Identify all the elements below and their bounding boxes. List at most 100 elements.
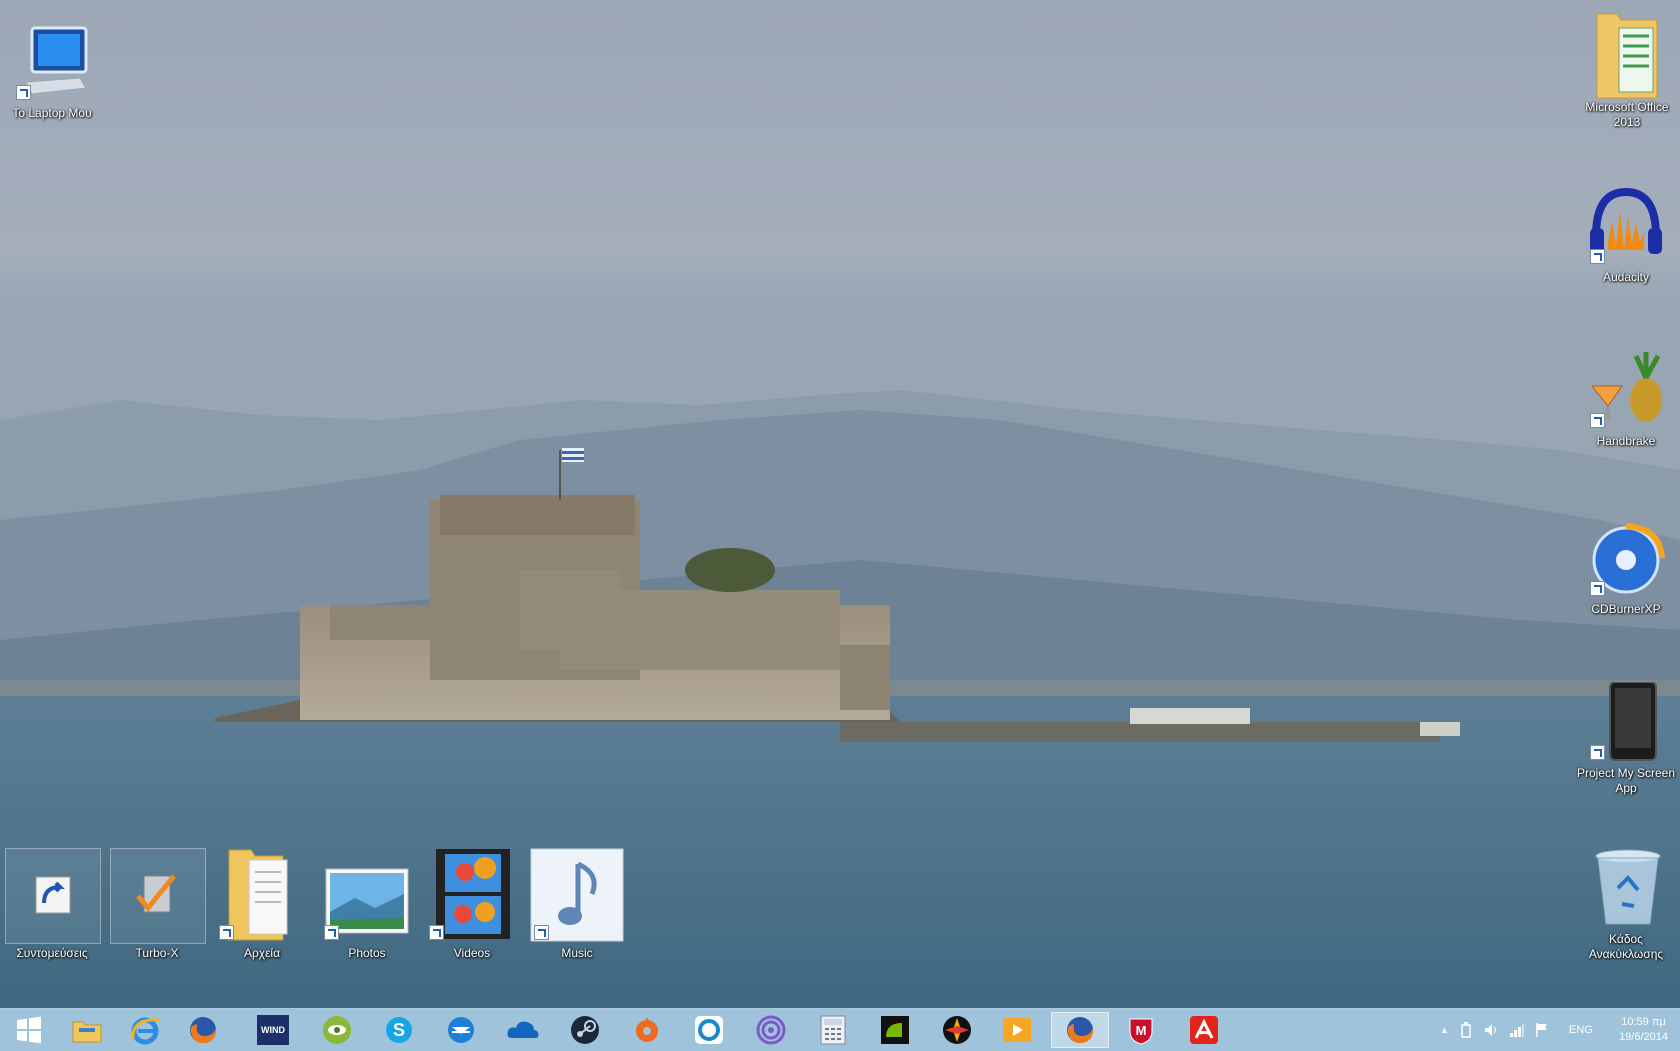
shortcut-arrow-icon <box>219 925 234 940</box>
icon-label: Συντομεύσεις <box>16 946 88 960</box>
svg-text:M: M <box>1136 1023 1147 1038</box>
cdburnerxp-icon <box>1586 518 1666 598</box>
power-icon[interactable] <box>1459 1022 1473 1038</box>
icon-label: Turbo-X <box>135 946 179 960</box>
taskbar-media-center[interactable] <box>928 1012 986 1048</box>
taskbar-firefox[interactable] <box>174 1012 232 1048</box>
clock-time: 10:59 πμ <box>1621 1016 1666 1028</box>
desktop-icon-cdburnerxp[interactable]: CDBurnerXP <box>1574 518 1678 617</box>
skype-icon: S <box>386 1017 412 1043</box>
taskbar-mail[interactable] <box>432 1012 490 1048</box>
taskbar-firefox-active[interactable] <box>1051 1012 1109 1048</box>
desktop-icon-shortcuts[interactable]: Συντομεύσεις <box>0 848 104 961</box>
desktop-icon-turbo-x[interactable]: Turbo-X <box>105 848 209 961</box>
shortcut-arrow-icon <box>1590 249 1605 264</box>
steam-icon <box>571 1016 599 1044</box>
recycle-bin-icon <box>1586 848 1666 928</box>
clock-date: 19/6/2014 <box>1619 1031 1668 1043</box>
icon-label: Microsoft Office 2013 <box>1585 100 1669 129</box>
phone-icon <box>1586 681 1666 762</box>
taskbar-bittorrent[interactable] <box>742 1012 800 1048</box>
internet-explorer-icon <box>131 1017 160 1045</box>
media-center-icon <box>943 1016 971 1044</box>
handbrake-icon <box>1586 350 1666 430</box>
taskbar-internet-explorer[interactable] <box>116 1012 174 1048</box>
icon-label: Κάδος Ανακύκλωσης <box>1588 932 1664 961</box>
desktop-icon-photos[interactable]: Photos <box>315 848 419 961</box>
icon-label: Handbrake <box>1596 434 1656 448</box>
windows-logo-icon <box>17 1016 41 1044</box>
taskbar-skype[interactable]: S <box>370 1012 428 1048</box>
mcafee-icon: M <box>1129 1018 1153 1045</box>
videos-icon <box>425 848 519 942</box>
icon-label: Photos <box>348 946 386 960</box>
avira-icon <box>1190 1016 1218 1044</box>
shortcut-arrow-icon <box>16 85 31 100</box>
desktop-icon-handbrake[interactable]: Handbrake <box>1574 350 1678 449</box>
firefox-icon <box>190 1017 217 1044</box>
nvidia-icon <box>881 1016 909 1044</box>
desktop-icon-music[interactable]: Music <box>525 848 629 961</box>
turbo-x-icon <box>110 848 206 944</box>
desktop-icon-microsoft-office[interactable]: Microsoft Office 2013 <box>1575 6 1679 130</box>
taskbar-avira[interactable] <box>1175 1012 1233 1048</box>
taskbar-eye-app[interactable] <box>308 1012 366 1048</box>
start-button[interactable] <box>0 1012 58 1048</box>
photos-icon <box>320 848 414 942</box>
taskbar-steam[interactable] <box>556 1012 614 1048</box>
shortcut-arrow-icon <box>324 925 339 940</box>
volume-icon[interactable] <box>1483 1022 1499 1038</box>
svg-text:S: S <box>393 1020 405 1040</box>
desktop-icon-audacity[interactable]: Audacity <box>1574 186 1678 285</box>
shortcut-arrow-icon <box>429 925 444 940</box>
desktop-icon-videos[interactable]: Videos <box>420 848 524 961</box>
media-player-icon <box>1003 1018 1031 1042</box>
audacity-icon <box>1586 186 1666 266</box>
taskbar-wind[interactable]: WIND <box>244 1012 302 1048</box>
desktop-icon-recycle-bin[interactable]: Κάδος Ανακύκλωσης <box>1574 848 1678 962</box>
mail-icon <box>448 1017 474 1043</box>
firefox-icon <box>1067 1017 1094 1044</box>
eye-app-icon <box>323 1016 351 1044</box>
taskbar-uplay[interactable] <box>680 1012 738 1048</box>
desktop-icon-computer[interactable]: Το Laptop Μου <box>0 22 104 121</box>
music-icon <box>530 848 624 942</box>
show-hidden-icons-icon[interactable]: ▲ <box>1440 1025 1449 1035</box>
taskbar: WIND S M ▲ ENG 10:59 πμ 19/6/2014 <box>0 1008 1680 1051</box>
file-explorer-icon <box>72 1021 102 1043</box>
shortcut-arrow-icon <box>534 925 549 940</box>
network-icon[interactable] <box>1509 1022 1525 1038</box>
bittorrent-icon <box>756 1015 786 1045</box>
calculator-icon <box>820 1015 846 1045</box>
system-tray: ▲ ENG <box>1440 1009 1593 1051</box>
office-folder-icon <box>1587 6 1667 99</box>
taskbar-media-player[interactable] <box>988 1012 1046 1048</box>
icon-label: CDBurnerXP <box>1591 602 1661 616</box>
taskbar-origin[interactable] <box>618 1012 676 1048</box>
clock[interactable]: 10:59 πμ 19/6/2014 <box>1619 1015 1668 1045</box>
language-indicator[interactable]: ENG <box>1569 1024 1593 1036</box>
taskbar-mcafee[interactable]: M <box>1112 1012 1170 1048</box>
taskbar-file-explorer[interactable] <box>58 1012 116 1048</box>
desktop-icon-project-my-screen[interactable]: Project My Screen App <box>1574 681 1678 796</box>
icon-label: Music <box>561 946 593 960</box>
taskbar-onedrive[interactable] <box>494 1012 552 1048</box>
wind-icon: WIND <box>257 1015 289 1045</box>
icon-label: Project My Screen App <box>1576 766 1676 795</box>
computer-icon <box>12 22 92 102</box>
icon-label: Videos <box>453 946 491 960</box>
flag-icon[interactable] <box>1535 1022 1549 1038</box>
taskbar-nvidia[interactable] <box>866 1012 924 1048</box>
icon-label: Audacity <box>1602 270 1650 284</box>
folder-icon <box>215 848 309 942</box>
shortcut-arrow-icon <box>1590 413 1605 428</box>
shortcut-arrow-icon <box>1590 581 1605 596</box>
uplay-icon <box>695 1016 723 1044</box>
desktop: Το Laptop Μου Microsoft Office 2013 Audac… <box>0 0 1680 1008</box>
shortcuts-icon <box>5 848 101 944</box>
origin-icon <box>636 1017 658 1042</box>
shortcut-arrow-icon <box>1590 745 1605 760</box>
desktop-icon-files[interactable]: Αρχεία <box>210 848 314 961</box>
taskbar-calculator[interactable] <box>804 1012 862 1048</box>
onedrive-icon <box>507 1021 539 1038</box>
